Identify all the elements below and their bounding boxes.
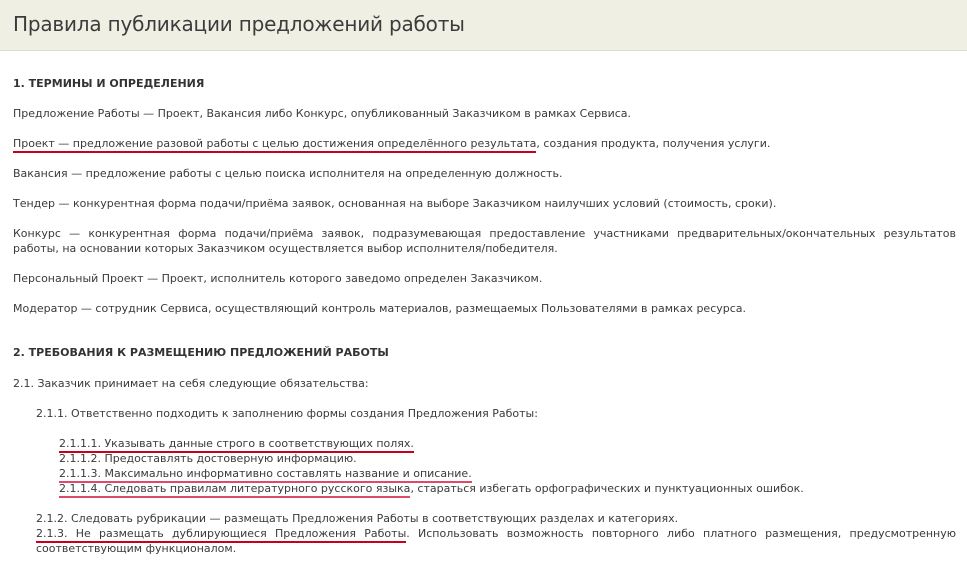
definition-contest: Конкурс — конкурентная форма подачи/приё… — [13, 227, 956, 255]
definition-offer: Предложение Работы — Проект, Вакансия ли… — [13, 107, 632, 120]
underlined-text: 2.1.3. Не размещать дублирующиеся Предло… — [36, 527, 407, 543]
definition-personal-project: Персональный Проект — Проект, исполнител… — [13, 272, 543, 285]
underlined-text: 2.1.1.4. Следовать правилам литературног… — [59, 482, 411, 498]
clause-2-1-1-3: 2.1.1.3. Максимально информативно состав… — [59, 466, 472, 483]
clause-2-1-2: 2.1.2. Следовать рубрикации — размещать … — [36, 512, 679, 525]
clause-2-1-1-2: 2.1.1.2. Предоставлять достоверную инфор… — [59, 452, 357, 465]
section-2-heading: 2. ТРЕБОВАНИЯ К РАЗМЕЩЕНИЮ ПРЕДЛОЖЕНИЙ Р… — [13, 346, 389, 359]
clause-2-1-1-4: 2.1.1.4. Следовать правилам литературног… — [59, 481, 804, 498]
clause-2-1-1-1: 2.1.1.1. Указывать данные строго в соотв… — [59, 436, 414, 453]
definition-vacancy: Вакансия — предложение работы с целью по… — [13, 167, 563, 180]
definition-tender: Тендер — конкурентная форма подачи/приём… — [13, 197, 777, 210]
clause-2-1: 2.1. Заказчик принимает на себя следующи… — [13, 377, 369, 390]
clause-2-1-1: 2.1.1. Ответственно подходить к заполнен… — [36, 407, 538, 420]
clause-2-1-1-4-rest: , стараться избегать орфографических и п… — [410, 482, 804, 495]
underlined-text: Проект — предложение разовой работы с це… — [13, 137, 537, 153]
definition-project-rest: , создания продукта, получения услуги. — [536, 137, 771, 150]
rules-content: 1. ТЕРМИНЫ И ОПРЕДЕЛЕНИЯ Предложение Раб… — [0, 0, 967, 565]
section-1-heading: 1. ТЕРМИНЫ И ОПРЕДЕЛЕНИЯ — [13, 77, 205, 90]
definition-project: Проект — предложение разовой работы с це… — [13, 136, 771, 153]
clause-2-1-3: 2.1.3. Не размещать дублирующиеся Предло… — [36, 526, 956, 556]
definition-moderator: Модератор — сотрудник Сервиса, осуществл… — [13, 302, 747, 315]
